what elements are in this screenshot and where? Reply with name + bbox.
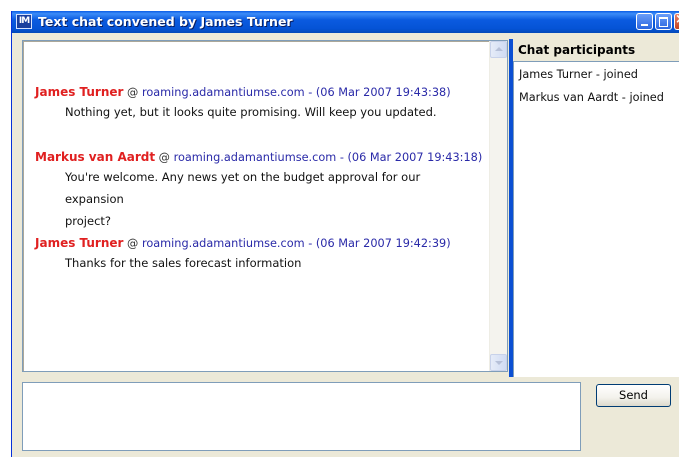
message-header: James Turner @ roaming.adamantiumse.com … bbox=[35, 234, 481, 252]
message-sender: Markus van Aardt bbox=[35, 150, 156, 164]
maximize-icon[interactable] bbox=[655, 13, 672, 30]
message-input[interactable] bbox=[22, 382, 581, 451]
im-app-icon[interactable]: IM bbox=[16, 14, 32, 29]
message-body: You're welcome. Any news yet on the budg… bbox=[35, 166, 481, 232]
message-host: roaming.adamantiumse.com bbox=[141, 237, 305, 250]
scroll-up-arrow-icon[interactable] bbox=[490, 41, 507, 58]
participants-panel: Chat participants James Turner - joined … bbox=[509, 39, 679, 377]
message-at: @ bbox=[123, 237, 142, 250]
chat-history-pane[interactable]: James Turner @ roaming.adamantiumse.com … bbox=[22, 40, 508, 372]
participant-item[interactable]: Markus van Aardt - joined bbox=[514, 89, 679, 112]
message-header: Markus van Aardt @ roaming.adamantiumse.… bbox=[35, 148, 483, 166]
send-button[interactable]: Send bbox=[596, 384, 671, 407]
chat-message: James Turner @ roaming.adamantiumse.com … bbox=[35, 234, 481, 274]
participants-heading: Chat participants bbox=[513, 39, 679, 61]
chat-message: Markus van Aardt @ roaming.adamantiumse.… bbox=[35, 148, 483, 232]
title-bar[interactable]: IM Text chat convened by James Turner bbox=[12, 11, 679, 33]
chat-history-content: James Turner @ roaming.adamantiumse.com … bbox=[23, 41, 489, 371]
chat-message: James Turner @ roaming.adamantiumse.com … bbox=[35, 83, 481, 123]
message-host: roaming.adamantiumse.com bbox=[141, 86, 305, 99]
message-sender: James Turner bbox=[35, 85, 124, 99]
participant-item[interactable]: James Turner - joined bbox=[514, 66, 679, 89]
close-icon[interactable] bbox=[674, 12, 679, 30]
scroll-down-arrow-icon[interactable] bbox=[490, 354, 507, 371]
message-at: @ bbox=[155, 151, 174, 164]
message-body: Thanks for the sales forecast informatio… bbox=[35, 252, 481, 274]
message-body: Nothing yet, but it looks quite promisin… bbox=[35, 101, 481, 123]
message-timestamp: - (06 Mar 2007 19:42:39) bbox=[304, 237, 451, 250]
message-line: project? bbox=[65, 214, 112, 228]
message-sender: James Turner bbox=[35, 236, 124, 250]
message-header: James Turner @ roaming.adamantiumse.com … bbox=[35, 83, 481, 101]
participants-list[interactable]: James Turner - joined Markus van Aardt -… bbox=[513, 61, 679, 377]
message-line: Nothing yet, but it looks quite promisin… bbox=[65, 105, 437, 119]
window-title: Text chat convened by James Turner bbox=[38, 14, 293, 29]
message-at: @ bbox=[123, 86, 142, 99]
message-line: Thanks for the sales forecast informatio… bbox=[65, 256, 302, 270]
message-timestamp: - (06 Mar 2007 19:43:38) bbox=[304, 86, 451, 99]
message-line: You're welcome. Any news yet on the budg… bbox=[65, 170, 421, 206]
message-host: roaming.adamantiumse.com bbox=[173, 151, 337, 164]
chat-window: IM Text chat convened by James Turner Ja… bbox=[11, 11, 679, 457]
minimize-icon[interactable] bbox=[636, 13, 653, 30]
message-timestamp: - (06 Mar 2007 19:43:18) bbox=[336, 151, 483, 164]
history-scrollbar[interactable] bbox=[489, 41, 507, 371]
